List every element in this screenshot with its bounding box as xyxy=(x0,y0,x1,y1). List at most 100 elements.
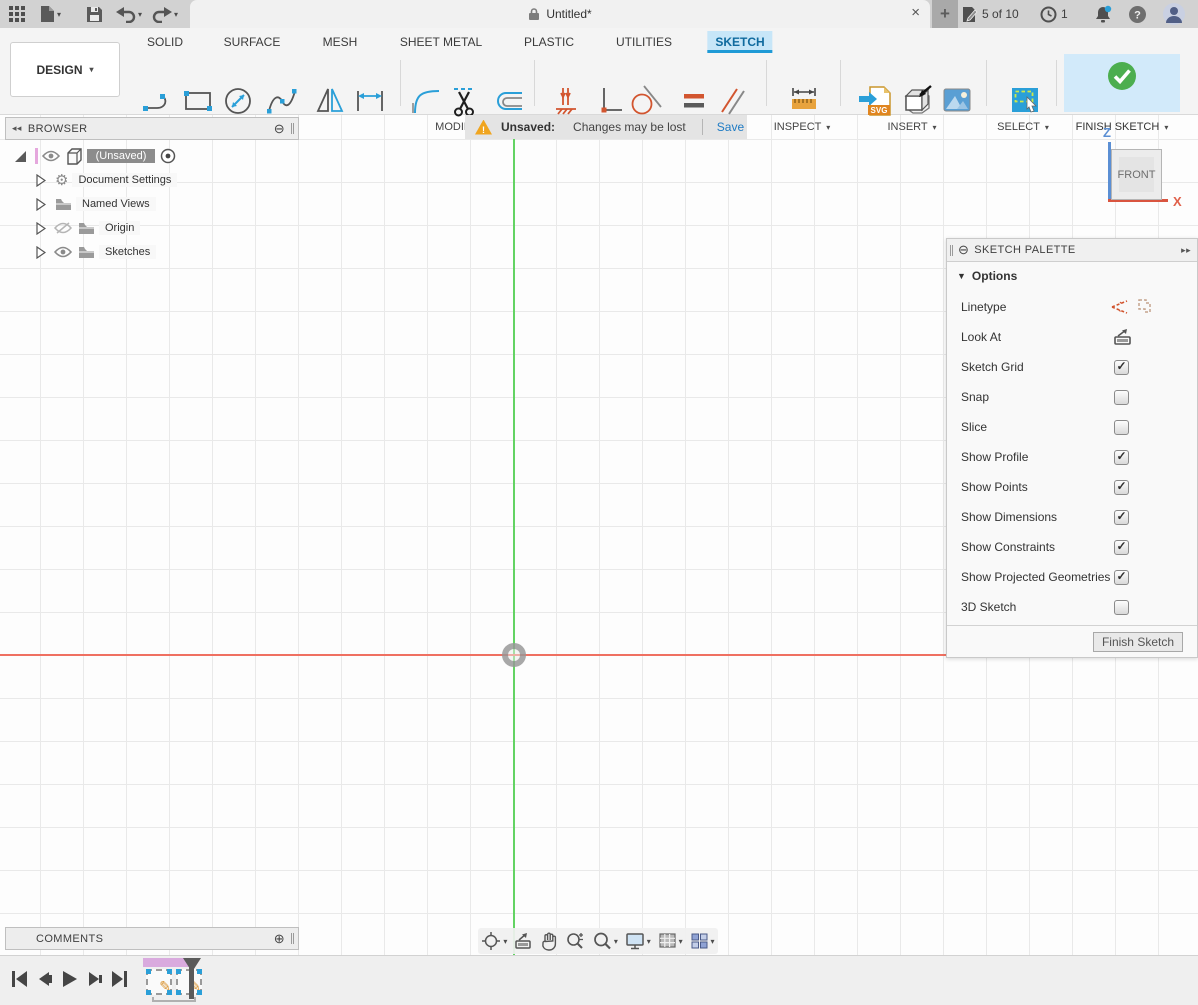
browser-minimize-icon[interactable]: ⊖ xyxy=(274,121,285,137)
file-menu-caret-icon[interactable]: ▾ xyxy=(57,10,61,19)
notifications-button[interactable] xyxy=(1094,0,1112,28)
redo-icon[interactable]: ▾ xyxy=(152,4,178,24)
select-tool-icon[interactable] xyxy=(1008,83,1042,117)
sketch-palette-header[interactable]: ⊖ SKETCH PALETTE ▸▸ xyxy=(947,239,1197,262)
fillet-tool-icon[interactable] xyxy=(408,83,444,119)
file-menu-icon[interactable]: ▾ xyxy=(40,4,61,24)
palette-expand-icon[interactable]: ▸▸ xyxy=(1181,245,1191,256)
tab-sheet-metal[interactable]: SHEET METAL xyxy=(392,31,490,53)
app-grid-icon[interactable] xyxy=(8,4,26,24)
equal-constraint-icon[interactable] xyxy=(676,83,712,119)
save-link[interactable]: Save xyxy=(717,120,744,134)
insert-canvas-icon[interactable] xyxy=(940,83,974,117)
tab-mesh[interactable]: MESH xyxy=(315,31,366,53)
options-section-toggle[interactable]: ▼ Options xyxy=(957,269,1017,283)
timeline-step-back-button[interactable] xyxy=(36,969,54,989)
tab-plastic[interactable]: PLASTIC xyxy=(516,31,582,53)
display-settings-icon[interactable]: ▾ xyxy=(625,932,651,951)
zoom-window-icon[interactable]: ▾ xyxy=(592,931,618,951)
parallel-constraint-icon[interactable] xyxy=(714,83,750,119)
timeline-skip-start-button[interactable] xyxy=(10,969,28,989)
collapsed-arrow-icon[interactable] xyxy=(36,198,46,211)
browser-header[interactable]: ◂◂ BROWSER ⊖ xyxy=(5,117,299,140)
visibility-eye-icon[interactable] xyxy=(42,150,60,162)
comments-panel-header[interactable]: COMMENTS ⊕ xyxy=(5,927,299,950)
show-dimensions-checkbox[interactable] xyxy=(1114,510,1129,525)
palette-drag-handle[interactable] xyxy=(950,245,953,256)
offset-tool-icon[interactable] xyxy=(490,83,526,119)
rectangle-tool-icon[interactable] xyxy=(180,83,216,119)
redo-caret-icon[interactable]: ▾ xyxy=(174,10,178,19)
time-tracker[interactable]: 1 xyxy=(1040,0,1068,28)
timeline-step-forward-button[interactable] xyxy=(86,969,104,989)
tangent-constraint-icon[interactable] xyxy=(628,83,664,119)
browser-resize-handle[interactable] xyxy=(291,123,294,134)
job-status[interactable]: 5 of 10 xyxy=(962,0,1019,28)
browser-item-origin[interactable]: Origin xyxy=(36,217,140,239)
mirror-tool-icon[interactable] xyxy=(312,83,348,119)
look-at-icon[interactable] xyxy=(514,932,533,950)
finish-sketch-palette-button[interactable]: Finish Sketch xyxy=(1093,632,1183,652)
circle-tool-icon[interactable] xyxy=(220,83,256,119)
undo-caret-icon[interactable]: ▾ xyxy=(138,10,142,19)
look-at-icon[interactable] xyxy=(1113,328,1133,346)
spline-tool-icon[interactable] xyxy=(264,83,300,119)
projected-linetype-icon[interactable] xyxy=(1135,298,1153,316)
expand-arrow-icon[interactable] xyxy=(14,150,27,163)
show-profile-checkbox[interactable] xyxy=(1114,450,1129,465)
dimension-tool-icon[interactable] xyxy=(352,83,388,119)
new-tab-button[interactable]: + xyxy=(932,0,958,28)
item-label[interactable]: Named Views xyxy=(76,197,156,211)
slice-checkbox[interactable] xyxy=(1114,420,1129,435)
help-button[interactable]: ? xyxy=(1128,0,1147,28)
sketch-grid-checkbox[interactable] xyxy=(1114,360,1129,375)
item-label[interactable]: Document Settings xyxy=(72,173,177,187)
show-points-checkbox[interactable] xyxy=(1114,480,1129,495)
group-inspect[interactable]: INSPECT ▾ xyxy=(774,121,831,133)
tab-sketch[interactable]: SKETCH xyxy=(707,31,772,53)
browser-item-named-views[interactable]: Named Views xyxy=(36,193,156,215)
timeline-play-button[interactable] xyxy=(60,969,78,989)
user-avatar[interactable] xyxy=(1162,0,1186,28)
line-tool-icon[interactable] xyxy=(140,83,176,119)
show-projected-geometries-checkbox[interactable] xyxy=(1114,570,1129,585)
zoom-icon[interactable] xyxy=(565,931,585,951)
tab-solid[interactable]: SOLID xyxy=(139,31,191,53)
collapsed-arrow-icon[interactable] xyxy=(36,222,46,235)
workspace-selector[interactable]: DESIGN ▾ xyxy=(10,42,120,97)
activate-radio-icon[interactable] xyxy=(160,148,176,164)
tab-utilities[interactable]: UTILITIES xyxy=(608,31,680,53)
pan-hand-icon[interactable] xyxy=(540,931,558,951)
visibility-eye-icon[interactable] xyxy=(54,246,72,259)
group-select[interactable]: SELECT ▾ xyxy=(997,121,1049,133)
timeline-skip-end-button[interactable] xyxy=(110,969,128,989)
comments-resize-handle[interactable] xyxy=(291,933,294,944)
save-icon[interactable] xyxy=(86,4,103,24)
viewports-icon[interactable]: ▾ xyxy=(690,932,715,950)
horizontal-vertical-constraint-icon[interactable] xyxy=(590,83,626,119)
browser-item-sketches[interactable]: Sketches xyxy=(36,241,156,263)
trim-tool-icon[interactable] xyxy=(446,83,482,119)
collapsed-arrow-icon[interactable] xyxy=(36,174,46,187)
insert-svg-icon[interactable]: SVG xyxy=(856,83,894,119)
fix-constraint-icon[interactable] xyxy=(548,83,584,119)
viewcube-front-face[interactable]: FRONT xyxy=(1111,149,1162,200)
browser-root-row[interactable]: (Unsaved) xyxy=(14,145,176,167)
grid-settings-icon[interactable]: ▾ xyxy=(658,932,683,950)
close-tab-icon[interactable]: × xyxy=(911,5,920,21)
browser-item-document-settings[interactable]: ⚙ Document Settings xyxy=(36,169,177,191)
group-insert[interactable]: INSERT ▾ xyxy=(887,121,936,133)
palette-minimize-icon[interactable]: ⊖ xyxy=(958,242,969,258)
insert-mesh-icon[interactable] xyxy=(898,83,934,119)
orbit-icon[interactable]: ▾ xyxy=(481,931,507,951)
timeline-sketch-feature-1[interactable]: ✎ xyxy=(146,969,172,995)
origin-point[interactable] xyxy=(502,643,526,667)
snap-checkbox[interactable] xyxy=(1114,390,1129,405)
show-constraints-checkbox[interactable] xyxy=(1114,540,1129,555)
3d-sketch-checkbox[interactable] xyxy=(1114,600,1129,615)
undo-icon[interactable]: ▾ xyxy=(116,4,142,24)
collapse-browser-icon[interactable]: ◂◂ xyxy=(12,123,22,134)
visibility-off-eye-icon[interactable] xyxy=(54,222,72,235)
timeline-marker-stem[interactable] xyxy=(189,958,194,999)
add-comment-icon[interactable]: ⊕ xyxy=(274,931,285,947)
